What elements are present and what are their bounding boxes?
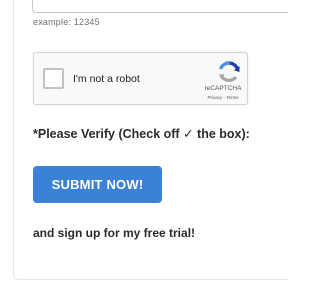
zip-code-input[interactable] xyxy=(32,0,288,13)
recaptcha-widget: I'm not a robot reCAPTCHA Privacy - Term… xyxy=(33,52,248,105)
checkmark-icon: ✓ xyxy=(183,127,194,141)
verify-instruction: *Please Verify (Check off ✓ the box): xyxy=(33,126,250,141)
verify-text-start: *Please Verify (Check off xyxy=(33,127,184,141)
recaptcha-checkbox-label: I'm not a robot xyxy=(73,73,140,85)
recaptcha-brand: reCAPTCHA xyxy=(204,85,242,92)
recaptcha-terms-link[interactable]: Terms xyxy=(226,95,238,100)
recaptcha-links: Privacy - Terms xyxy=(200,95,246,100)
zip-code-hint: example: 12345 xyxy=(33,17,100,27)
signup-form-page: example: 12345 I'm not a robot reCAPTCHA… xyxy=(0,0,288,288)
recaptcha-privacy-link[interactable]: Privacy xyxy=(208,95,223,100)
free-trial-text: and sign up for my free trial! xyxy=(33,226,196,240)
recaptcha-checkbox[interactable] xyxy=(43,68,64,89)
verify-text-end: the box): xyxy=(193,127,250,141)
recaptcha-logo-icon xyxy=(218,60,240,82)
submit-now-button[interactable]: SUBMIT NOW! xyxy=(33,166,162,203)
